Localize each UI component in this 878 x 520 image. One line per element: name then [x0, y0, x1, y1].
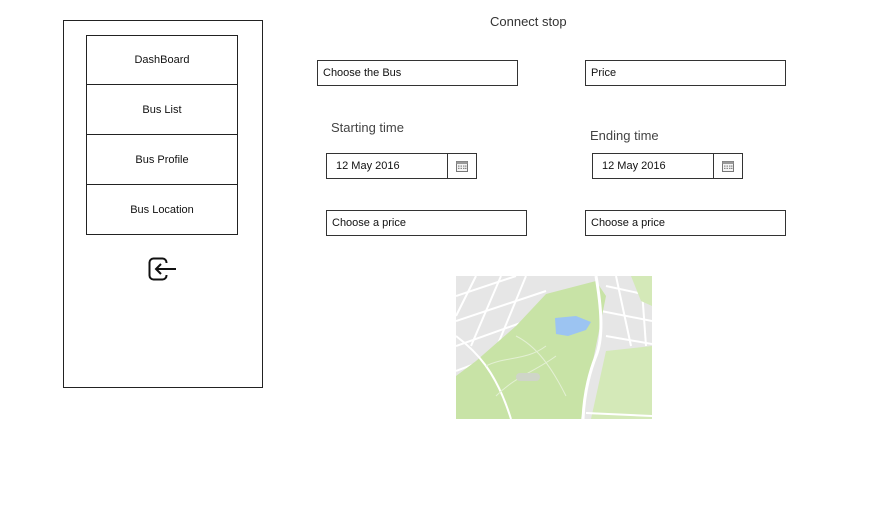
sidebar-item-bus-location[interactable]: Bus Location	[86, 185, 238, 235]
price-input-left[interactable]: Choose a price	[326, 210, 527, 236]
sidebar-item-label: Bus Location	[130, 203, 194, 216]
sidebar-item-bus-profile[interactable]: Bus Profile	[86, 135, 238, 185]
price-field[interactable]: Price	[585, 60, 786, 86]
price-field-value: Price	[591, 67, 617, 79]
bus-select[interactable]: Choose the Bus	[317, 60, 518, 86]
logout-icon[interactable]	[148, 257, 178, 281]
price-input-right-value: Choose a price	[591, 217, 665, 229]
sidebar: DashBoard Bus List Bus Profile Bus Locat…	[63, 20, 263, 388]
page-title: Connect stop	[490, 14, 567, 29]
end-date-value[interactable]: 12 May 2016	[593, 154, 714, 178]
bus-select-value: Choose the Bus	[323, 67, 402, 79]
calendar-icon[interactable]	[448, 154, 476, 178]
sidebar-item-label: Bus Profile	[135, 153, 189, 166]
price-input-left-value: Choose a price	[332, 217, 406, 229]
start-date-value[interactable]: 12 May 2016	[327, 154, 448, 178]
start-date-picker[interactable]: 12 May 2016	[326, 153, 477, 179]
sidebar-item-label: Bus List	[142, 103, 182, 116]
starting-time-label: Starting time	[331, 120, 404, 135]
ending-time-label: Ending time	[590, 128, 659, 143]
end-date-picker[interactable]: 12 May 2016	[592, 153, 743, 179]
sidebar-menu: DashBoard Bus List Bus Profile Bus Locat…	[86, 35, 238, 235]
sidebar-item-label: DashBoard	[134, 54, 190, 66]
sidebar-item-dashboard[interactable]: DashBoard	[86, 35, 238, 85]
calendar-icon[interactable]	[714, 154, 742, 178]
sidebar-item-bus-list[interactable]: Bus List	[86, 85, 238, 135]
price-input-right[interactable]: Choose a price	[585, 210, 786, 236]
map-image[interactable]	[456, 276, 652, 419]
